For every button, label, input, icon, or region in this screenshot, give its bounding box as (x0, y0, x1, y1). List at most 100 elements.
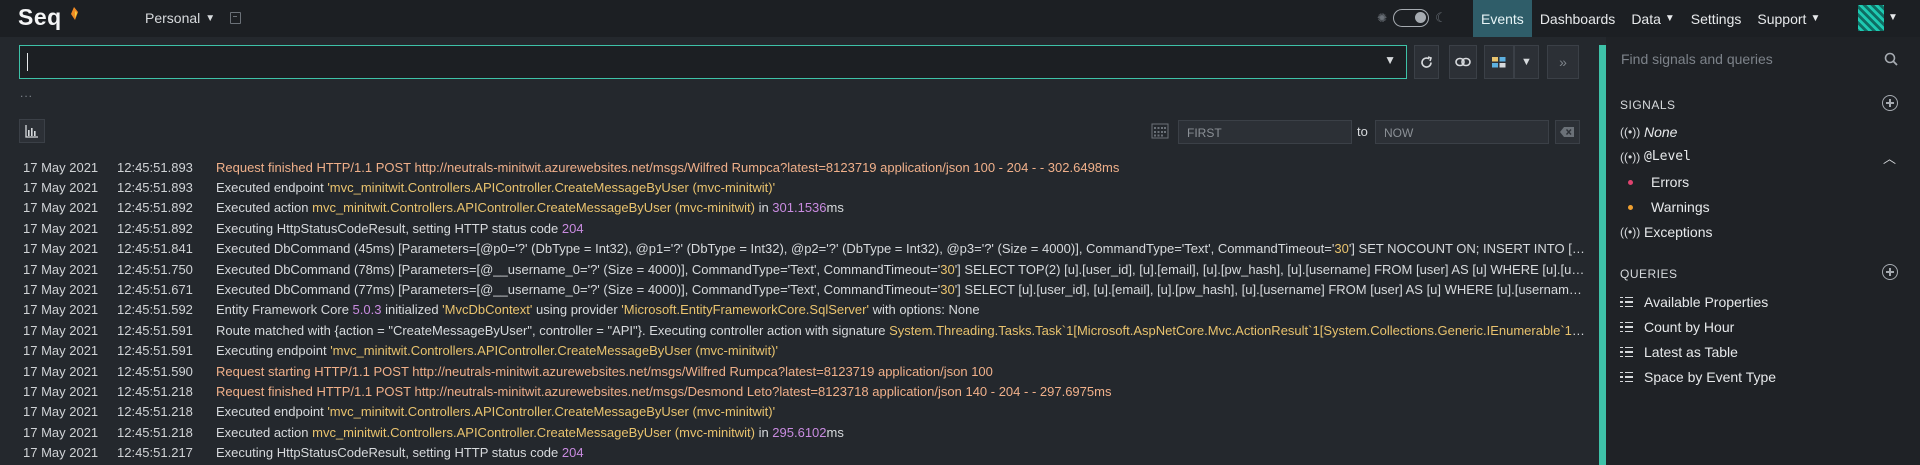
message-property: System.Threading.Tasks.Task`1[Microsoft.… (889, 322, 1586, 338)
message-number: 204 (561, 445, 584, 461)
signal-errors[interactable]: Errors (1628, 174, 1689, 190)
seq-logo[interactable]: Seq (18, 4, 78, 31)
signal-view-button[interactable] (1484, 45, 1514, 79)
query-latest-as-table[interactable]: Latest as Table (1620, 344, 1738, 360)
event-row[interactable]: 17 May 2021 12:45:51.218 Executed action m… (0, 422, 1597, 442)
refresh-button[interactable] (1414, 45, 1439, 79)
range-to-label: to (1357, 124, 1368, 139)
range-to-input[interactable]: NOW (1375, 120, 1549, 144)
message-text: Executed endpoint (216, 180, 328, 196)
message-text: with options: None (868, 302, 980, 318)
event-row[interactable]: 17 May 2021 12:45:51.217 Executing HttpSta… (0, 442, 1597, 462)
event-time: 12:45:51.217 (117, 445, 193, 461)
event-row[interactable]: 17 May 2021 12:45:51.892 Executed action m… (0, 198, 1597, 218)
event-message: Request finished HTTP/1.1 POST http://ne… (216, 384, 1586, 399)
message-text: Executed action (216, 200, 313, 216)
chevron-up-icon[interactable]: ︿ (1883, 148, 1896, 167)
event-row[interactable]: 17 May 2021 12:45:51.218 Executed endpoint… (0, 402, 1597, 422)
event-row[interactable]: 17 May 2021 12:45:51.841 Executed DbComman… (0, 239, 1597, 259)
event-message: Executing endpoint 'mvc_minitwit.Control… (216, 343, 1586, 358)
message-property: 30 (1334, 241, 1349, 257)
theme-toggle[interactable] (1393, 9, 1430, 27)
message-text: in (754, 424, 773, 440)
event-time: 12:45:51.591 (117, 322, 193, 338)
message-text: Route matched with {action = "CreateMess… (216, 322, 890, 338)
calendar-icon[interactable] (1151, 123, 1169, 139)
nav-settings[interactable]: Settings (1683, 0, 1750, 37)
event-message: Request starting HTTP/1.1 POST http://ne… (216, 364, 1586, 379)
signal-none[interactable]: ((•)) None (1620, 124, 1677, 140)
clear-range-button[interactable] (1555, 120, 1580, 144)
add-query-button[interactable] (1882, 264, 1898, 280)
double-chevron-right-icon: » (1559, 54, 1567, 70)
tail-button[interactable]: » (1547, 45, 1579, 79)
event-row[interactable]: 17 May 2021 12:45:51.750 Executed DbComman… (0, 259, 1597, 279)
query-space-by-event-type[interactable]: Space by Event Type (1620, 369, 1776, 385)
event-row[interactable]: 17 May 2021 12:45:51.591 Route matched wit… (0, 320, 1597, 340)
theme-switcher: ✺ ☾ (1377, 9, 1447, 27)
event-row[interactable]: 17 May 2021 12:45:51.592 Entity Framework … (0, 300, 1597, 320)
message-text: Executing HttpStatusCodeResult, setting … (216, 220, 562, 236)
message-text: ms (826, 424, 844, 440)
chevron-down-icon[interactable]: ▼ (1888, 12, 1898, 23)
event-row[interactable]: 17 May 2021 12:45:51.671 Executed DbComman… (0, 279, 1597, 299)
message-property: 'Microsoft.EntityFrameworkCore.SqlServer… (621, 302, 869, 318)
event-row[interactable]: 17 May 2021 12:45:51.892 Executing HttpSta… (0, 218, 1597, 238)
message-text: Executed DbCommand (45ms) [Parameters=[@… (216, 241, 1335, 257)
history-dropdown-icon[interactable]: ▼ (1384, 53, 1396, 67)
range-from-input[interactable]: FIRST (1178, 120, 1352, 144)
message-property: 'mvc_minitwit.Controllers.APIController.… (327, 404, 776, 420)
main-nav: Events Dashboards Data ▼ Settings Support… (1473, 0, 1828, 37)
chevron-down-icon: ▼ (205, 12, 216, 24)
event-date: 17 May 2021 (23, 261, 99, 277)
add-signal-button[interactable] (1882, 95, 1898, 111)
message-number: 204 (561, 220, 584, 236)
search-input[interactable]: ▼ (19, 45, 1407, 79)
event-date: 17 May 2021 (23, 200, 99, 216)
message-text: '] SET NOCOUNT ON; INSERT INTO [message]… (1348, 241, 1586, 257)
workspace-selector[interactable]: Personal ▼ (145, 10, 215, 26)
bar-chart-icon (25, 125, 38, 138)
signal-warnings[interactable]: Warnings (1628, 199, 1710, 215)
user-avatar[interactable] (1858, 5, 1884, 31)
event-row[interactable]: 17 May 2021 12:45:51.893 Request finished … (0, 157, 1597, 177)
event-time: 12:45:51.841 (117, 241, 193, 257)
event-row[interactable]: 17 May 2021 12:45:51.591 Executing endpoin… (0, 341, 1597, 361)
event-time: 12:45:51.218 (117, 424, 193, 440)
event-row[interactable]: 17 May 2021 12:45:51.218 Request finished … (0, 381, 1597, 401)
link-button[interactable] (1449, 45, 1477, 79)
chevron-down-icon: ▼ (1521, 56, 1532, 68)
signal-exceptions[interactable]: ((•)) Exceptions (1620, 224, 1712, 240)
panel-resize-handle[interactable] (1599, 45, 1606, 465)
nav-support[interactable]: Support ▼ (1749, 0, 1828, 37)
query-count-by-hour[interactable]: Count by Hour (1620, 319, 1734, 335)
query-available-properties[interactable]: Available Properties (1620, 294, 1768, 310)
message-text: Executed DbCommand (77ms) [Parameters=[@… (216, 282, 941, 298)
event-row[interactable]: 17 May 2021 12:45:51.590 Request starting … (0, 361, 1597, 381)
nav-dashboards[interactable]: Dashboards (1532, 0, 1624, 37)
event-list: 17 May 2021 12:45:51.893 Request finished … (0, 157, 1597, 465)
event-time: 12:45:51.592 (117, 302, 193, 318)
nav-data[interactable]: Data ▼ (1623, 0, 1682, 37)
event-date: 17 May 2021 (23, 343, 99, 359)
event-message: Executed action mvc_minitwit.Controllers… (216, 200, 1586, 215)
signal-search-input[interactable]: Find signals and queries (1621, 51, 1773, 67)
seq-flame-icon (71, 7, 78, 20)
message-number: 5.0.3 (352, 302, 382, 318)
view-options-dropdown[interactable]: ▼ (1514, 45, 1539, 79)
histogram-button[interactable] (19, 119, 45, 143)
event-time: 12:45:51.591 (117, 343, 193, 359)
nav-events[interactable]: Events (1473, 0, 1532, 37)
query-list-icon (1620, 371, 1633, 383)
message-text: Executed DbCommand (78ms) [Parameters=[@… (216, 261, 941, 277)
event-time: 12:45:51.893 (117, 180, 193, 196)
signals-heading: SIGNALS (1620, 98, 1676, 112)
event-date: 17 May 2021 (23, 445, 99, 461)
query-list-icon (1620, 346, 1633, 358)
save-workspace-icon[interactable] (230, 12, 241, 24)
more-indicator[interactable]: ... (20, 86, 33, 100)
event-row[interactable]: 17 May 2021 12:45:51.893 Executed endpoint… (0, 177, 1597, 197)
message-text: Executed action (216, 424, 313, 440)
signal-group-level[interactable]: ((•)) @Level (1620, 149, 1691, 164)
message-text: Executing endpoint (216, 343, 331, 359)
